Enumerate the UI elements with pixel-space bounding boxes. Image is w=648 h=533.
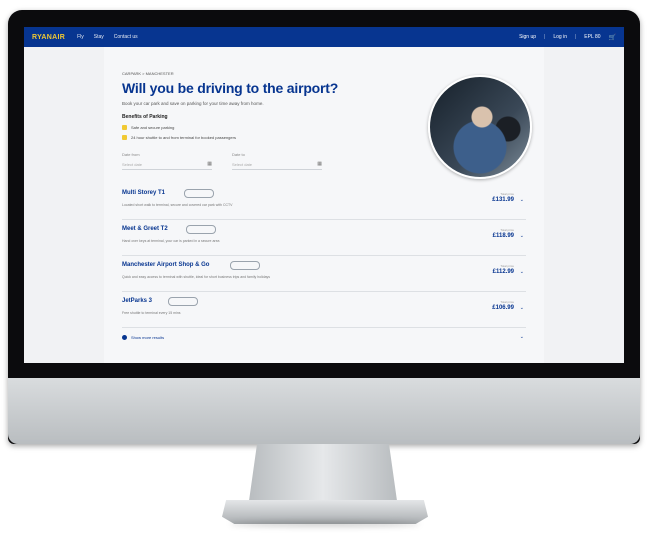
date-to-field: Date to Select date ▦	[232, 152, 322, 170]
check-icon	[122, 125, 127, 130]
parking-price: £106.99	[492, 305, 514, 311]
chevron-down-icon[interactable]: ⌄	[520, 269, 524, 275]
parking-name: Meet & Greet T2	[122, 226, 168, 232]
parking-name: Multi Storey T1	[122, 190, 166, 196]
ryanair-logo[interactable]: RYANAIR	[32, 34, 65, 41]
nav-separator: |	[574, 34, 577, 40]
benefit-text: 24 hour shuttle to and from terminal for…	[131, 135, 236, 140]
show-more-row[interactable]: Show more results ⌄	[122, 334, 526, 340]
chevron-down-icon[interactable]: ⌄	[520, 233, 524, 239]
breadcrumb[interactable]: CARPARK > MANCHESTER	[122, 71, 526, 76]
currency-selector[interactable]: EPL 80	[584, 34, 600, 40]
parking-option[interactable]: Manchester Airport Shop & Go Quick and e…	[122, 256, 526, 292]
date-to-placeholder: Select date	[232, 161, 253, 167]
cart-icon[interactable]: 🛒	[609, 34, 616, 41]
nav-right: Sign up | Log in | EPL 80 🛒	[519, 34, 616, 41]
driver-photo	[428, 75, 532, 179]
parking-price: £131.99	[492, 197, 514, 203]
calendar-icon[interactable]: ▦	[317, 161, 322, 167]
parking-badge	[184, 189, 214, 198]
info-icon	[122, 334, 127, 340]
nav-link-contact[interactable]: Contact us	[114, 34, 138, 40]
parking-badge	[230, 261, 260, 270]
parking-list: Multi Storey T1 Located short walk to te…	[122, 184, 526, 328]
check-icon	[122, 135, 127, 140]
monitor-chin	[8, 378, 640, 444]
screen: RYANAIR Fly Stay Contact us Sign up | Lo…	[24, 27, 624, 363]
stand-shadow	[230, 521, 420, 527]
chevron-down-icon[interactable]: ⌄	[520, 197, 524, 203]
chevron-down-icon[interactable]: ⌄	[520, 305, 524, 311]
parking-option[interactable]: Meet & Greet T2 Hand over keys at termin…	[122, 220, 526, 256]
top-nav: RYANAIR Fly Stay Contact us Sign up | Lo…	[24, 27, 624, 47]
date-from-label: Date from	[122, 152, 140, 157]
date-to-label: Date to	[232, 152, 245, 157]
parking-description: Free shuttle to terminal every 15 mins	[122, 311, 181, 315]
parking-description: Hand over keys at terminal, your car is …	[122, 239, 220, 243]
parking-name: Manchester Airport Shop & Go	[122, 262, 210, 268]
date-from-input[interactable]: Select date ▦	[122, 159, 212, 170]
parking-option[interactable]: JetParks 3 Free shuttle to terminal ever…	[122, 292, 526, 328]
sign-up-link[interactable]: Sign up	[519, 34, 536, 40]
parking-badge	[168, 297, 198, 306]
nav-link-fly[interactable]: Fly	[77, 34, 84, 40]
nav-separator: |	[544, 34, 546, 40]
parking-description: Quick and easy access to terminal with s…	[122, 275, 271, 279]
nav-link-stay[interactable]: Stay	[94, 34, 104, 40]
parking-price: £112.99	[492, 269, 514, 275]
parking-description: Located short walk to terminal, secure a…	[122, 203, 233, 207]
show-more-label: Show more results	[131, 334, 165, 340]
chevron-down-icon[interactable]: ⌄	[520, 334, 524, 340]
log-in-link[interactable]: Log in	[553, 34, 567, 40]
benefit-text: Safe and secure parking	[131, 125, 175, 130]
parking-badge	[186, 225, 216, 234]
main-content: CARPARK > MANCHESTER Will you be driving…	[104, 47, 544, 363]
right-gutter	[544, 47, 624, 363]
date-to-input[interactable]: Select date ▦	[232, 159, 322, 170]
parking-name: JetParks 3	[122, 298, 153, 304]
left-gutter	[24, 47, 104, 363]
price-label: Total price	[500, 264, 514, 268]
monitor-stand-neck	[248, 444, 398, 508]
calendar-icon[interactable]: ▦	[207, 161, 212, 167]
parking-price: £118.99	[492, 233, 514, 239]
date-from-placeholder: Select date	[122, 161, 143, 167]
price-label: Total price	[500, 192, 514, 196]
price-label: Total price	[500, 300, 514, 304]
date-from-field: Date from Select date ▦	[122, 152, 212, 170]
price-label: Total price	[500, 228, 514, 232]
parking-option[interactable]: Multi Storey T1 Located short walk to te…	[122, 184, 526, 220]
